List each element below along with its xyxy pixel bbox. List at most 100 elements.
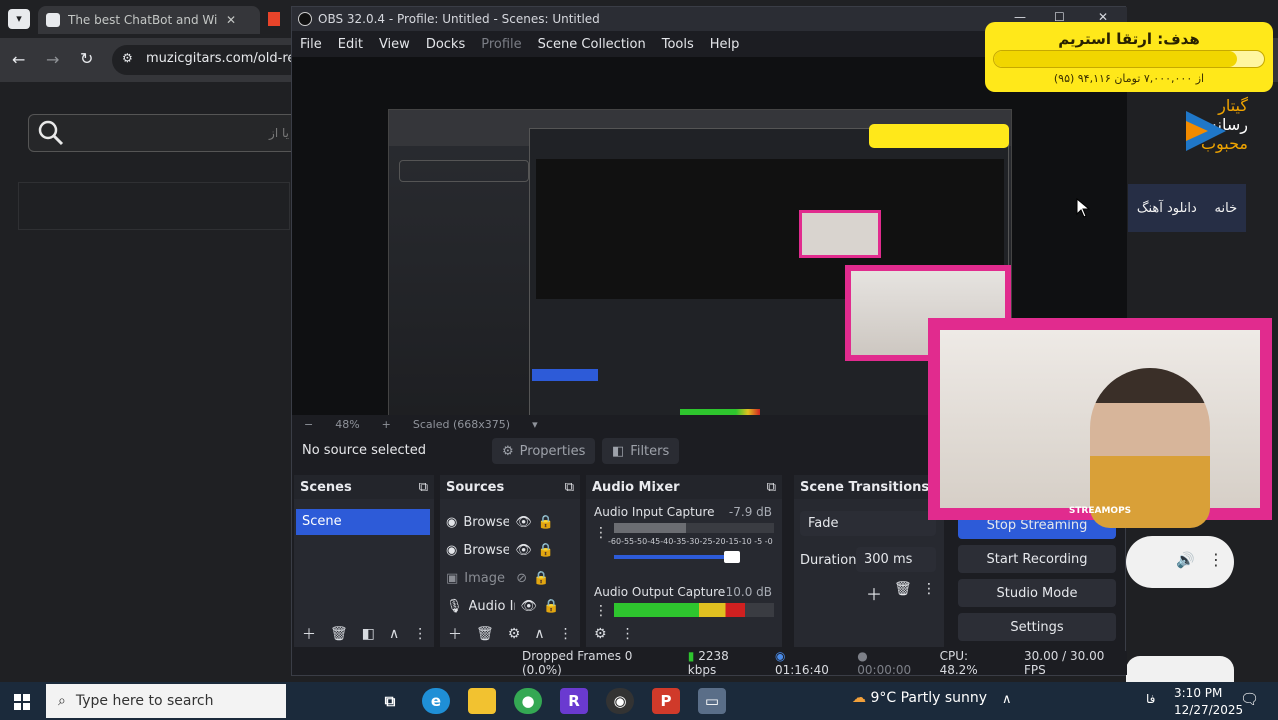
chrome-icon[interactable]: ● [514, 688, 542, 714]
menu-help[interactable]: Help [702, 37, 748, 52]
mixer-channel-db: -7.9 dB [728, 505, 772, 519]
add-transition-icon[interactable]: ＋ [866, 581, 882, 605]
menu-view[interactable]: View [371, 37, 418, 52]
task-view-icon[interactable]: ⧉ [376, 688, 404, 714]
start-recording-button[interactable]: Start Recording [958, 545, 1116, 573]
studio-mode-button[interactable]: Studio Mode [958, 579, 1116, 607]
source-item[interactable]: ▣ Image 2 ⊘ 🔒 [446, 565, 574, 591]
properties-button[interactable]: ⚙ Properties [492, 438, 596, 464]
goal-progress-fill [994, 51, 1237, 67]
audio-player[interactable]: 🔊 ⋮ [1126, 536, 1234, 588]
menu-file[interactable]: File [292, 37, 330, 52]
eye-icon[interactable]: 👁 [515, 515, 532, 530]
scene-list-item[interactable]: Scene [296, 509, 430, 535]
filters-button[interactable]: ◧ Filters [602, 438, 680, 464]
address-input[interactable]: ⚙ muzicgitars.com/old-rem [112, 45, 312, 75]
zoom-out-button[interactable]: − [304, 418, 313, 431]
windows-start-icon[interactable] [14, 694, 30, 710]
taskbar-search[interactable]: ⌕ Type here to search [46, 684, 286, 718]
scene-filters-icon[interactable]: ◧ [362, 626, 375, 642]
obs-app-icon[interactable]: ◉ [606, 688, 634, 714]
more-icon[interactable]: ⋮ [621, 626, 635, 642]
lock-icon[interactable]: 🔒 [543, 599, 559, 614]
url-text: muzicgitars.com/old-rem [146, 51, 309, 66]
menu-docks[interactable]: Docks [418, 37, 473, 52]
nav-download[interactable]: دانلود آهنگ [1137, 201, 1197, 216]
source-name: Image 2 [464, 570, 510, 586]
add-scene-icon[interactable]: ＋ [302, 624, 316, 644]
nested-goal-widget [869, 124, 1009, 148]
meter-level [614, 603, 745, 617]
advanced-audio-icon[interactable]: ⚙ [594, 626, 607, 642]
menu-profile[interactable]: Profile [473, 37, 529, 52]
file-explorer-icon[interactable] [468, 688, 496, 714]
app-r-icon[interactable]: R [560, 688, 588, 714]
zoom-in-button[interactable]: + [382, 418, 391, 431]
volume-icon[interactable]: 🔊 [1176, 551, 1195, 569]
audio-player-2[interactable] [1126, 656, 1234, 682]
nav-home[interactable]: خانه [1215, 201, 1238, 216]
duration-label: Duration [800, 553, 857, 568]
lock-icon[interactable]: 🔒 [533, 571, 549, 586]
remove-transition-icon[interactable]: 🗑 [894, 581, 912, 597]
clock-time[interactable]: 3:10 PM [1174, 686, 1222, 700]
app-window-icon[interactable]: ▭ [698, 688, 726, 714]
edge-icon[interactable]: e [422, 688, 450, 714]
more-options-icon[interactable]: ⋮ [1208, 550, 1224, 569]
weather-widget[interactable]: ☁ 9°C Partly sunny [852, 690, 987, 706]
notification-icon[interactable]: 🗨 [1240, 690, 1259, 708]
tray-language[interactable]: فا [1146, 692, 1155, 706]
goal-title: هدف: ارتقا استریم [1058, 30, 1200, 48]
clock-date[interactable]: 12/27/2025 [1174, 703, 1243, 717]
eye-hidden-icon[interactable]: ⊘ [516, 571, 527, 586]
channel-menu-icon[interactable]: ⋮ [594, 525, 608, 541]
source-item[interactable]: ◉ Browser 👁 🔒 [446, 537, 574, 563]
filters-icon: ◧ [612, 443, 625, 459]
back-icon[interactable]: ← [12, 50, 25, 69]
settings-button[interactable]: Settings [958, 613, 1116, 641]
scenes-dock-footer: ＋ 🗑 ◧ ∧ ⋮ [294, 621, 434, 647]
volume-slider[interactable] [614, 551, 740, 563]
tray-chevron-icon[interactable]: ∧ [1002, 692, 1012, 707]
signal-icon: ▮ [687, 649, 695, 663]
scale-dropdown-icon[interactable]: ▾ [532, 418, 538, 431]
menu-edit[interactable]: Edit [330, 37, 371, 52]
lock-icon[interactable]: 🔒 [538, 543, 554, 558]
menu-scene-collection[interactable]: Scene Collection [530, 37, 654, 52]
app-p-icon[interactable]: P [652, 688, 680, 714]
site-brand[interactable]: گیتار رسانه محبوب [1128, 96, 1248, 176]
source-item[interactable]: 🎙 Audio Ir 👁 🔒 [446, 593, 574, 619]
site-info-icon[interactable]: ⚙ [122, 51, 133, 65]
channel-menu-icon[interactable]: ⋮ [594, 603, 608, 619]
undock-icon[interactable]: ⧉ [419, 480, 428, 495]
source-settings-icon[interactable]: ⚙ [508, 626, 521, 642]
close-tab-icon[interactable]: ✕ [226, 13, 236, 27]
audio-mixer-dock: Audio Mixer ⧉ Audio Input Capture -7.9 d… [586, 475, 782, 647]
record-icon: ● [857, 649, 868, 663]
remove-source-icon[interactable]: 🗑 [476, 626, 494, 642]
duration-input[interactable]: 300 ms [856, 547, 936, 572]
browser-tab-active[interactable]: The best ChatBot and Widgets ✕ [38, 6, 260, 34]
more-icon[interactable]: ⋮ [559, 626, 573, 642]
slider-handle[interactable] [724, 551, 740, 563]
lock-icon[interactable]: 🔒 [538, 515, 554, 530]
remove-scene-icon[interactable]: 🗑 [330, 626, 348, 642]
undock-icon[interactable]: ⧉ [565, 480, 574, 495]
reload-icon[interactable]: ↻ [80, 49, 93, 68]
transition-select[interactable]: Fade [800, 511, 936, 536]
add-source-icon[interactable]: ＋ [448, 624, 462, 644]
source-item[interactable]: ◉ Browser 👁 🔒 [446, 509, 574, 535]
eye-icon[interactable]: 👁 [521, 599, 538, 614]
site-search-input[interactable]: یا از [28, 114, 298, 152]
transitions-dock-header: Scene Transitions [794, 475, 944, 499]
browser-tab-2-favicon-icon[interactable] [268, 12, 280, 26]
forward-icon[interactable]: → [46, 50, 59, 69]
move-up-icon[interactable]: ∧ [389, 626, 399, 642]
undock-icon[interactable]: ⧉ [767, 480, 776, 495]
eye-icon[interactable]: 👁 [515, 543, 532, 558]
more-icon[interactable]: ⋮ [922, 581, 936, 597]
tab-list-button[interactable]: ▾ [8, 9, 30, 29]
more-icon[interactable]: ⋮ [413, 626, 427, 642]
move-up-icon[interactable]: ∧ [534, 626, 544, 642]
menu-tools[interactable]: Tools [654, 37, 702, 52]
